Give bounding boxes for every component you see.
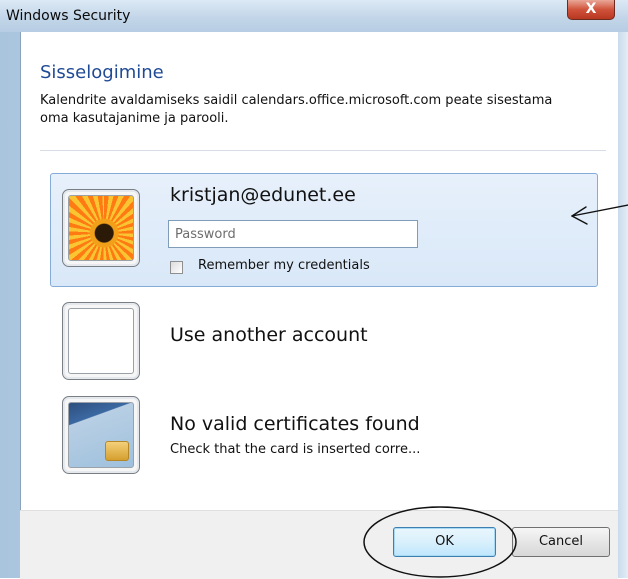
annotation-circle — [363, 506, 517, 578]
annotation-arrow — [571, 204, 628, 225]
annotation-overlay — [363, 204, 628, 578]
